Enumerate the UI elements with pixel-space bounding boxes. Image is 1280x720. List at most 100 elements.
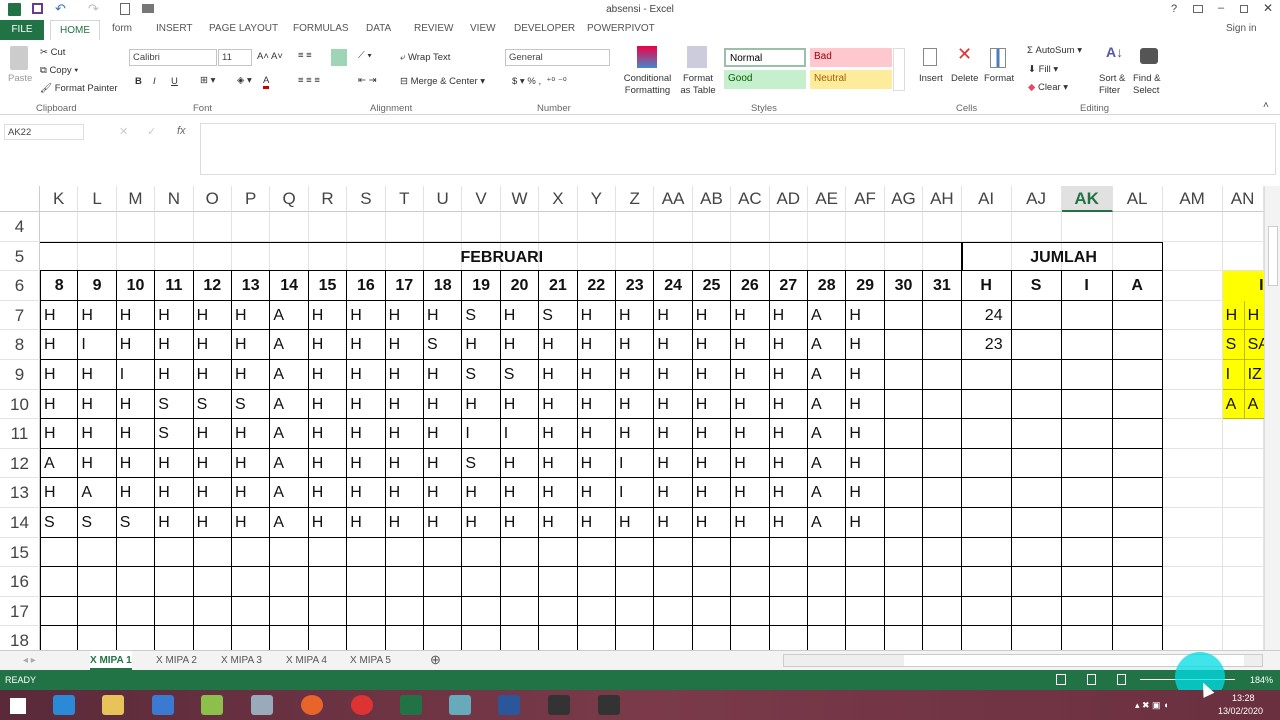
attendance-cell[interactable]: H [692,360,732,390]
attendance-cell[interactable]: H [424,360,463,390]
total-cell[interactable] [961,419,1012,449]
attendance-cell[interactable]: H [155,448,194,479]
firefox-icon[interactable] [301,695,323,715]
attendance-cell[interactable] [539,537,578,568]
attendance-cell[interactable] [884,508,924,538]
attendance-cell[interactable] [692,596,732,627]
attendance-cell[interactable] [923,537,962,568]
attendance-cell[interactable]: H [116,389,156,420]
row-header-15[interactable]: 15 [0,537,40,568]
attendance-cell[interactable] [923,508,962,538]
attendance-cell[interactable]: H [308,300,348,331]
row-header-5[interactable]: 5 [0,241,40,272]
total-cell[interactable] [961,389,1012,420]
attendance-cell[interactable] [500,567,540,597]
attendance-cell[interactable]: H [539,419,578,449]
attendance-cell[interactable]: H [193,300,232,331]
attendance-cell[interactable]: H [692,389,732,420]
total-cell[interactable] [1112,300,1163,331]
sheet-tab-2[interactable]: X MIPA 2 [156,655,197,666]
cut-button[interactable]: ✂ Cut [40,47,65,58]
borders-icon[interactable]: ⊞ ▾ [200,75,215,86]
style-good[interactable]: Good [724,70,806,89]
select-all-corner[interactable] [0,186,40,212]
attendance-cell[interactable]: H [308,508,348,538]
attendance-cell[interactable]: H [385,300,424,331]
attendance-cell[interactable]: H [616,330,655,360]
file-explorer-icon[interactable] [102,695,124,715]
attendance-cell[interactable]: S [424,330,463,360]
attendance-cell[interactable]: H [577,300,616,331]
align-top-icon[interactable]: ≡ ≡ [298,50,312,61]
page-layout-view-icon[interactable] [1087,674,1096,685]
attendance-cell[interactable]: A [270,448,309,479]
attendance-cell[interactable]: H [462,508,501,538]
total-cell[interactable] [1112,537,1163,568]
wrap-text-button[interactable]: ⤶ Wrap Text [400,52,450,63]
attendance-cell[interactable]: H [347,508,386,538]
attendance-cell[interactable] [923,360,962,390]
font-name-select[interactable]: Calibri [129,49,217,66]
total-cell[interactable] [1011,537,1062,568]
column-header-AG[interactable]: AG [884,186,924,212]
start-icon[interactable] [10,698,26,714]
attendance-cell[interactable]: H [385,389,424,420]
attendance-cell[interactable] [846,567,885,597]
total-cell[interactable] [1113,626,1163,650]
attendance-cell[interactable]: S [462,300,501,331]
attendance-cell[interactable]: H [846,389,885,420]
attendance-cell[interactable] [923,478,962,508]
attendance-cell[interactable]: H [616,508,655,538]
currency-button[interactable]: $ ▾ % , ⁺⁰ ⁻⁰ [512,76,567,87]
attendance-cell[interactable] [731,537,770,568]
attendance-cell[interactable]: H [232,478,271,508]
browser-icon[interactable] [152,695,174,715]
attendance-cell[interactable]: H [347,300,386,331]
notes-icon[interactable] [251,695,273,715]
attendance-cell[interactable] [424,626,463,650]
attendance-cell[interactable] [347,567,386,597]
new-sheet-button[interactable]: ⊕ [430,652,441,668]
insert-cells-button[interactable]: Insert [919,73,943,84]
attendance-cell[interactable] [308,537,348,568]
attendance-cell[interactable] [846,626,885,650]
attendance-cell[interactable] [808,567,847,597]
attendance-cell[interactable] [232,596,271,627]
attendance-cell[interactable]: H [232,360,271,390]
bold-button[interactable]: B [135,76,142,87]
column-header-Q[interactable]: Q [270,186,309,212]
attendance-cell[interactable]: A [808,300,847,331]
close-icon[interactable]: ✕ [1263,1,1273,15]
attendance-cell[interactable]: H [846,508,885,538]
attendance-cell[interactable] [884,389,924,420]
attendance-cell[interactable]: H [232,508,271,538]
attendance-cell[interactable]: H [616,300,655,331]
attendance-cell[interactable] [309,626,348,650]
total-cell[interactable] [1011,478,1062,508]
font-size-select[interactable]: 11 [218,49,252,66]
row-header-8[interactable]: 8 [0,330,40,360]
attendance-cell[interactable]: H [308,419,348,449]
attendance-cell[interactable]: H [232,419,271,449]
attendance-cell[interactable] [654,537,693,568]
column-header-N[interactable]: N [155,186,194,212]
attendance-cell[interactable] [155,596,194,627]
total-cell[interactable] [1011,389,1062,420]
total-cell[interactable] [1061,537,1113,568]
attendance-cell[interactable]: H [692,508,732,538]
italic-button[interactable]: I [153,76,156,87]
attendance-cell[interactable] [884,300,924,331]
ie-icon[interactable] [53,695,75,715]
attendance-cell[interactable]: H [308,448,348,479]
attendance-cell[interactable] [78,537,117,568]
attendance-cell[interactable] [731,626,770,650]
attendance-cell[interactable]: H [347,360,386,390]
attendance-cell[interactable]: I [78,330,117,360]
attendance-cell[interactable] [500,537,540,568]
tab-form[interactable]: form [112,23,132,34]
total-cell[interactable] [1112,448,1163,479]
attendance-cell[interactable]: H [462,389,501,420]
attendance-cell[interactable]: H [78,448,117,479]
attendance-cell[interactable] [808,596,847,627]
column-header-W[interactable]: W [500,186,540,212]
